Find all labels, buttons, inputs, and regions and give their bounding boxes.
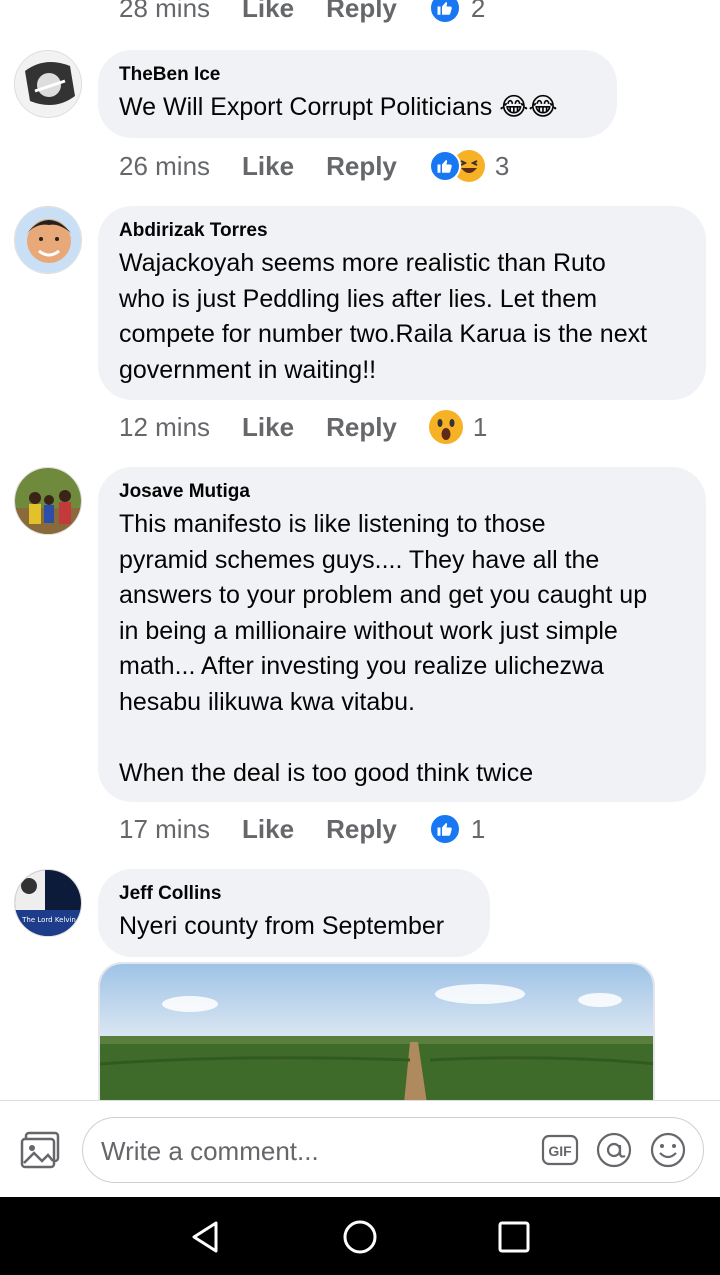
wow-reaction-icon	[428, 410, 463, 444]
reaction-count: 1	[470, 813, 486, 844]
comment-author[interactable]: Jeff Collins	[119, 883, 468, 905]
avatar[interactable]: The Lord Kelvin	[14, 869, 82, 937]
avatar-caption: The Lord Kelvin	[21, 916, 76, 924]
like-button[interactable]: Like	[242, 151, 294, 182]
like-reaction-icon	[428, 813, 461, 845]
comment-bubble[interactable]: Josave Mutiga This manifesto is like lis…	[98, 467, 706, 802]
like-button[interactable]: Like	[242, 814, 294, 845]
comment-meta: 26 mins Like Reply 3	[119, 150, 509, 182]
like-button[interactable]: Like	[242, 0, 294, 24]
home-icon[interactable]	[340, 1217, 380, 1257]
comment-text: This manifesto is like listening to thos…	[119, 510, 648, 787]
avatar[interactable]	[14, 467, 82, 535]
mention-icon[interactable]	[595, 1131, 633, 1169]
comment-time: 28 mins	[119, 0, 211, 23]
like-reaction-icon	[428, 150, 461, 182]
reply-button[interactable]: Reply	[326, 412, 397, 443]
emoji-icon[interactable]	[649, 1131, 687, 1169]
comment-text: Wajackoyah seems more realistic than Rut…	[119, 249, 648, 384]
reactions[interactable]	[428, 813, 461, 845]
reactions[interactable]	[428, 410, 463, 444]
comment-bubble[interactable]: Jeff Collins Nyeri county from September	[98, 869, 490, 957]
photo-icon[interactable]	[20, 1131, 62, 1171]
comment-author[interactable]: TheBen Ice	[119, 64, 595, 86]
comment-image[interactable]	[98, 962, 655, 1100]
comment-bubble[interactable]: TheBen Ice We Will Export Corrupt Politi…	[98, 50, 617, 138]
recent-apps-icon[interactable]	[494, 1217, 534, 1257]
system-nav-bar	[0, 1197, 720, 1275]
comment-meta: 12 mins Like Reply 1	[119, 410, 487, 444]
reply-button[interactable]: Reply	[326, 0, 397, 24]
comment-time: 17 mins	[119, 813, 211, 844]
comment-meta: 28 mins Like Reply 2	[119, 0, 485, 24]
like-button[interactable]: Like	[242, 412, 294, 443]
reaction-count: 1	[472, 411, 488, 442]
comment-meta: 17 mins Like Reply 1	[119, 813, 485, 845]
comment-time: 26 mins	[119, 150, 211, 181]
reaction-count: 3	[494, 150, 510, 181]
comment-author[interactable]: Abdirizak Torres	[119, 220, 684, 242]
comment-author[interactable]: Josave Mutiga	[119, 481, 684, 503]
comment-input[interactable]: Write a comment... GIF	[82, 1117, 704, 1183]
comment-time: 12 mins	[119, 411, 211, 442]
gif-label: GIF	[548, 1143, 572, 1159]
comment-text: Nyeri county from September	[119, 912, 445, 940]
avatar[interactable]	[14, 206, 82, 274]
comment-input-placeholder: Write a comment...	[101, 1136, 319, 1166]
reaction-count: 2	[470, 0, 486, 23]
reply-button[interactable]: Reply	[326, 814, 397, 845]
reactions[interactable]	[428, 150, 485, 182]
comment-bubble[interactable]: Abdirizak Torres Wajackoyah seems more r…	[98, 206, 706, 400]
comment-text: We Will Export Corrupt Politicians 😂😂	[119, 93, 558, 121]
reactions[interactable]	[428, 0, 461, 24]
reply-button[interactable]: Reply	[326, 151, 397, 182]
avatar[interactable]	[14, 50, 82, 118]
like-reaction-icon	[428, 0, 461, 24]
comments-feed: 28 mins Like Reply 2 TheBen Ice We Will …	[0, 0, 720, 1100]
back-icon[interactable]	[186, 1217, 226, 1257]
comment-composer: Write a comment... GIF	[0, 1100, 720, 1197]
gif-icon[interactable]: GIF	[541, 1134, 579, 1166]
